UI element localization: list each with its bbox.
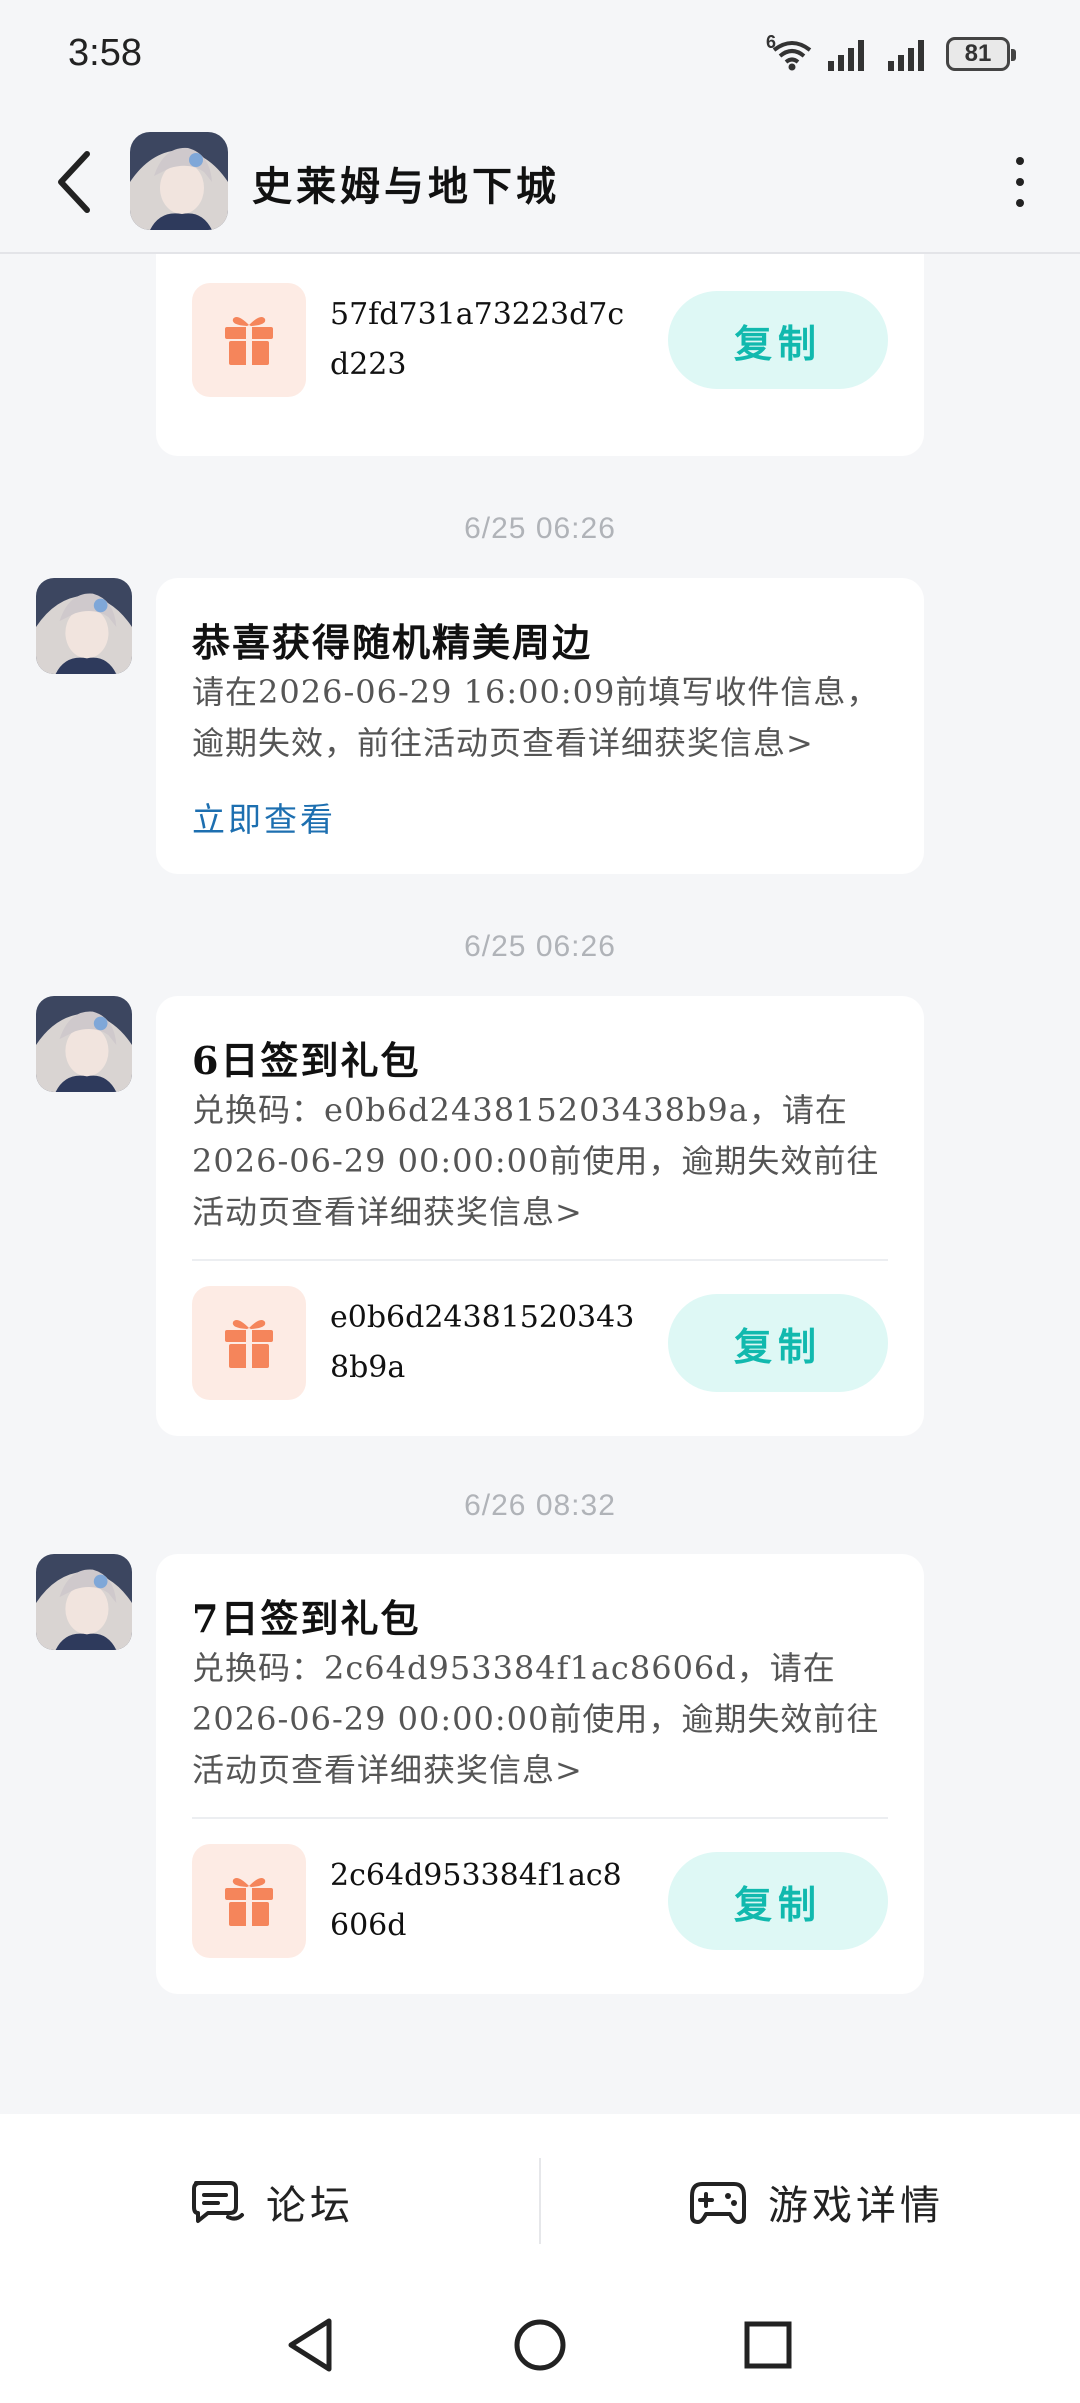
forum-label: 论坛 [266,2183,354,2229]
circle-home-icon [514,2319,566,2371]
message-description[interactable]: 兑换码：2c64d953384f1ac8606d，请在2026-06-29 00… [192,1643,892,1796]
bottom-action-bar: 论坛 游戏详情 [0,2114,1080,2290]
signal-icon [828,40,864,71]
gamepad-icon [690,2182,746,2224]
game-details-label: 游戏详情 [768,2183,944,2229]
message-timestamp: 6/25 06:26 [464,930,616,963]
bottom-bar-divider [539,2158,541,2244]
view-now-link[interactable]: 立即查看 [192,793,336,841]
forum-button[interactable]: 论坛 [190,2164,354,2240]
more-vertical-icon [1016,157,1024,165]
triangle-back-icon [288,2318,332,2372]
message-title: 恭喜获得随机精美周边 [192,620,593,665]
message-description[interactable]: 兑换码：e0b6d243815203438b9a，请在2026-06-29 00… [192,1085,892,1238]
more-options-button[interactable] [990,150,1050,214]
game-avatar[interactable] [130,132,228,230]
message-card: 6日签到礼包 兑换码：e0b6d243815203438b9a，请在2026-0… [156,996,924,1436]
sender-avatar [36,996,132,1092]
message-title: 6日签到礼包 [192,1038,421,1083]
forum-icon [192,2181,244,2223]
status-icons: 6 81 [766,32,1016,74]
divider [192,1817,888,1819]
message-card: 7日签到礼包 兑换码：2c64d953384f1ac8606d，请在2026-0… [156,1554,924,1994]
game-details-button[interactable]: 游戏详情 [688,2164,944,2240]
battery-icon: 81 [946,37,1016,71]
nav-home-button[interactable] [505,2310,575,2380]
nav-recents-button[interactable] [733,2310,803,2380]
gift-code: e0b6d243815203438b9a [330,1300,635,1385]
status-bar: 3:58 6 81 [0,0,1080,110]
message-card: 恭喜获得随机精美周边 请在2026-06-29 16:00:09前填写收件信息，… [156,578,924,874]
message-card: 57fd731a73223d7cd223 复制 [156,254,924,456]
sender-avatar [36,1554,132,1650]
copy-button[interactable]: 复制 [668,1294,888,1392]
square-recents-icon [744,2321,792,2369]
sender-avatar [36,578,132,674]
copy-button[interactable]: 复制 [668,1852,888,1950]
message-description[interactable]: 请在2026-06-29 16:00:09前填写收件信息，逾期失效，前往活动页查… [192,667,892,769]
status-time: 3:58 [68,32,142,74]
gift-icon [192,1286,306,1400]
message-title: 7日签到礼包 [192,1596,421,1641]
gift-code: 2c64d953384f1ac8606d [330,1858,622,1943]
message-timestamp: 6/25 06:26 [464,512,616,545]
app-header: 史莱姆与地下城 [0,110,1080,254]
gift-icon [192,1844,306,1958]
system-navigation-bar [0,2290,1080,2403]
divider [192,1259,888,1261]
gift-icon [192,283,306,397]
message-timestamp: 6/26 08:32 [464,1489,616,1522]
copy-button[interactable]: 复制 [668,291,888,389]
wifi-icon: 6 [766,32,812,72]
message-list[interactable]: 57fd731a73223d7cd223 复制 6/25 06:26 恭喜获得随… [0,254,1080,2114]
gift-code: 57fd731a73223d7cd223 [330,297,625,382]
nav-back-button[interactable] [275,2310,345,2380]
signal-icon-2 [888,40,924,71]
back-button[interactable] [40,142,110,222]
page-title: 史莱姆与地下城 [252,163,560,210]
chevron-left-icon [58,151,90,213]
wifi-tag: 6 [766,32,777,52]
battery-level: 81 [964,40,992,67]
